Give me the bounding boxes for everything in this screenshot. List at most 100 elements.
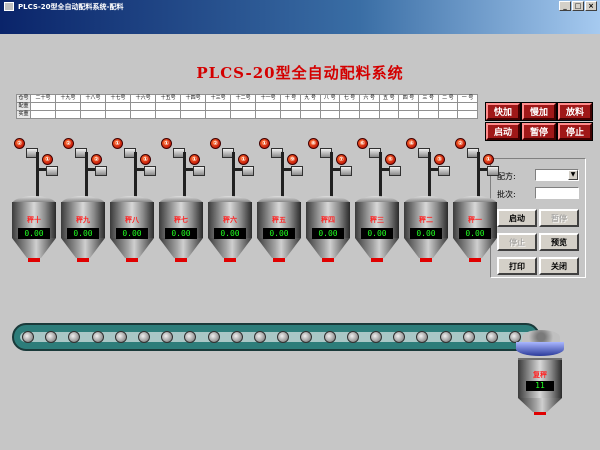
feeder-status-indicator[interactable]: ①	[259, 138, 270, 149]
hopper-outlet	[420, 258, 432, 262]
table-cell	[437, 110, 459, 119]
valve-status-indicator[interactable]: ⑨	[287, 154, 298, 165]
valve-status-indicator[interactable]: ①	[483, 154, 494, 165]
start-button-red[interactable]: 启动	[486, 123, 520, 140]
app-icon	[4, 2, 14, 11]
close-window-button[interactable]: ×	[585, 1, 597, 11]
pause-button[interactable]: 暂停	[539, 209, 579, 227]
print-button[interactable]: 打印	[497, 257, 537, 275]
weigh-hopper[interactable]: 秤二 0.00	[404, 196, 448, 266]
column-header: 一 号	[457, 94, 478, 103]
final-scale-name: 复秤	[533, 371, 547, 379]
hopper-name: 秤六	[223, 216, 237, 224]
table-cell[interactable]	[55, 102, 82, 111]
feeder-status-indicator[interactable]: ①	[112, 138, 123, 149]
feeder-status-indicator[interactable]: ⑥	[357, 138, 368, 149]
table-cell[interactable]	[29, 102, 57, 111]
weigh-hopper[interactable]: 秤八 0.00	[110, 196, 154, 266]
hopper-outlet	[175, 258, 187, 262]
fast-feed-button[interactable]: 快加	[486, 103, 520, 120]
valve-status-indicator[interactable]: ②	[91, 154, 102, 165]
table-cell[interactable]	[457, 102, 478, 111]
column-header: 十二号	[230, 94, 257, 103]
preview-button[interactable]: 预览	[539, 233, 579, 251]
table-cell[interactable]	[319, 102, 341, 111]
chevron-down-icon[interactable]: ▼	[568, 170, 578, 180]
feeder-status-indicator[interactable]: ②	[210, 138, 221, 149]
column-header: 十四号	[180, 94, 207, 103]
table-cell[interactable]	[417, 102, 439, 111]
weigh-hopper[interactable]: 秤十 0.00	[12, 196, 56, 266]
table-cell[interactable]	[255, 102, 282, 111]
feeder-status-indicator[interactable]: ②	[63, 138, 74, 149]
minimize-button[interactable]: _	[559, 1, 571, 11]
hopper-weight-readout: 0.00	[312, 228, 344, 239]
valve-status-indicator[interactable]: ⑤	[385, 154, 396, 165]
table-cell[interactable]	[378, 102, 400, 111]
conveyor-roller	[462, 331, 475, 343]
table-cell[interactable]	[205, 102, 232, 111]
slow-feed-button[interactable]: 慢加	[522, 103, 556, 120]
table-cell[interactable]	[155, 102, 182, 111]
valve-icon	[438, 166, 450, 176]
hopper-name: 秤十	[27, 216, 41, 224]
weigh-hopper[interactable]: 秤五 0.00	[257, 196, 301, 266]
feeder-status-indicator[interactable]: ①	[161, 138, 172, 149]
hopper-name: 秤八	[125, 216, 139, 224]
column-header: 十五号	[155, 94, 182, 103]
pause-button-red[interactable]: 暂停	[522, 123, 556, 140]
feeder-status-indicator[interactable]: ②	[14, 138, 25, 149]
weigh-hopper[interactable]: 秤四 0.00	[306, 196, 350, 266]
feeder-status-indicator[interactable]: ⑧	[308, 138, 319, 149]
column-header: 九 号	[299, 94, 321, 103]
hopper-cone	[453, 238, 497, 258]
valve-status-indicator[interactable]: ①	[238, 154, 249, 165]
final-scale-readout: 11	[526, 381, 554, 391]
hopper-outlet	[77, 258, 89, 262]
batch-input[interactable]	[535, 187, 579, 199]
hopper-weight-readout: 0.00	[18, 228, 50, 239]
valve-status-indicator[interactable]: ⑦	[336, 154, 347, 165]
feeder-status-indicator[interactable]: ②	[455, 138, 466, 149]
weigh-hopper[interactable]: 秤一 0.00	[453, 196, 497, 266]
start-button[interactable]: 启动	[497, 209, 537, 227]
feed-pipe	[232, 152, 235, 198]
weigh-hopper[interactable]: 秤九 0.00	[61, 196, 105, 266]
feeder-status-indicator[interactable]: ④	[406, 138, 417, 149]
recipe-select[interactable]: ▼	[535, 169, 579, 181]
weigh-hopper[interactable]: 秤三 0.00	[355, 196, 399, 266]
conveyor-roller	[370, 331, 382, 343]
valve-status-indicator[interactable]: ①	[140, 154, 151, 165]
table-cell[interactable]	[398, 102, 419, 111]
weigh-hopper[interactable]: 秤七 0.00	[159, 196, 203, 266]
table-cell[interactable]	[80, 102, 107, 111]
table-cell[interactable]	[299, 102, 321, 111]
hopper-weight-readout: 0.00	[214, 228, 246, 239]
valve-status-indicator[interactable]: ①	[189, 154, 200, 165]
close-button[interactable]: 关闭	[539, 257, 579, 275]
discharge-button[interactable]: 放料	[558, 103, 592, 120]
scale-bowl	[516, 342, 564, 356]
valve-status-indicator[interactable]: ③	[434, 154, 445, 165]
column-header: 四 号	[398, 94, 419, 103]
valve-status-indicator[interactable]: ①	[42, 154, 53, 165]
table-cell[interactable]	[180, 102, 207, 111]
table-cell	[255, 110, 282, 119]
valve-icon	[487, 166, 499, 176]
table-cell[interactable]	[280, 102, 301, 111]
window-title: PLCS-20型全自动配料系统-配料	[18, 3, 124, 11]
valve-icon	[389, 166, 401, 176]
stop-button[interactable]: 停止	[497, 233, 537, 251]
weigh-hopper[interactable]: 秤六 0.00	[208, 196, 252, 266]
table-cell[interactable]	[130, 102, 157, 111]
table-cell[interactable]	[230, 102, 257, 111]
maximize-button[interactable]: □	[572, 1, 584, 11]
column-header: 十八号	[80, 94, 107, 103]
stop-button-red[interactable]: 停止	[558, 123, 592, 140]
table-cell[interactable]	[358, 102, 380, 111]
final-scale: 复秤 11	[516, 330, 564, 416]
hopper-outlet	[28, 258, 40, 262]
table-cell[interactable]	[339, 102, 360, 111]
table-cell[interactable]	[105, 102, 132, 111]
table-cell[interactable]	[437, 102, 459, 111]
